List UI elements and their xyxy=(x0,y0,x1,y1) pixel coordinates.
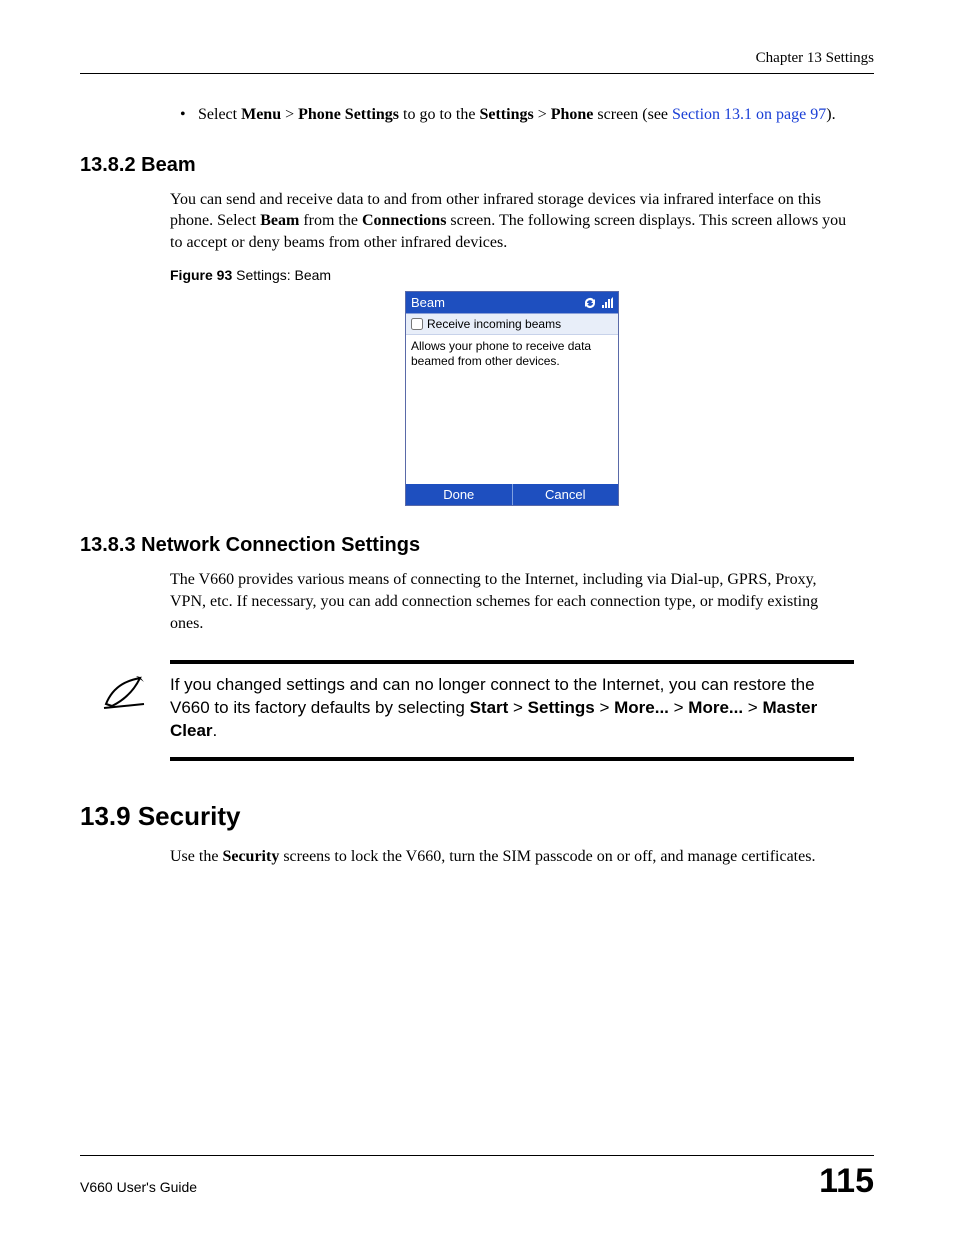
note-icon xyxy=(100,674,170,717)
header-rule xyxy=(80,73,874,74)
footer-guide: V660 User's Guide xyxy=(80,1179,197,1195)
phone-description: Allows your phone to receive data beamed… xyxy=(406,335,618,372)
heading-13-9: 13.9 Security xyxy=(80,801,854,832)
softkey-cancel[interactable]: Cancel xyxy=(513,484,619,505)
note-block: If you changed settings and can no longe… xyxy=(100,660,854,761)
bullet-text: Select Menu > Phone Settings to go to th… xyxy=(198,106,836,123)
header-chapter: Chapter 13 Settings xyxy=(80,50,874,67)
phone-screenshot-beam: Beam Receive incoming beams Allows your … xyxy=(405,291,619,506)
note-rule-bottom xyxy=(170,757,854,761)
heading-13-8-2: 13.8.2 Beam xyxy=(80,154,854,177)
sync-icon xyxy=(583,297,597,309)
softkey-done[interactable]: Done xyxy=(406,484,512,505)
heading-13-8-3: 13.8.3 Network Connection Settings xyxy=(80,534,854,557)
para-network: The V660 provides various means of conne… xyxy=(170,569,854,634)
footer-rule xyxy=(80,1155,874,1156)
checkbox-label: Receive incoming beams xyxy=(427,317,561,331)
phone-softkeys: Done Cancel xyxy=(406,484,618,505)
checkbox-row[interactable]: Receive incoming beams xyxy=(406,314,618,335)
note-text: If you changed settings and can no longe… xyxy=(170,674,854,743)
para-beam: You can send and receive data to and fro… xyxy=(170,189,854,254)
signal-icon xyxy=(601,297,613,309)
note-rule-top xyxy=(170,660,854,664)
bullet-line: • Select Menu > Phone Settings to go to … xyxy=(180,104,854,126)
phone-body: Receive incoming beams Allows your phone… xyxy=(406,313,618,484)
figure-caption-93: Figure 93 Settings: Beam xyxy=(170,267,854,285)
xref-link[interactable]: Section 13.1 on page 97 xyxy=(672,106,826,123)
page-footer: V660 User's Guide 115 xyxy=(80,1155,874,1201)
receive-beams-checkbox[interactable] xyxy=(411,318,423,330)
phone-titlebar: Beam xyxy=(406,292,618,313)
para-security: Use the Security screens to lock the V66… xyxy=(170,846,854,868)
page-number: 115 xyxy=(819,1162,874,1201)
phone-title: Beam xyxy=(411,295,445,310)
